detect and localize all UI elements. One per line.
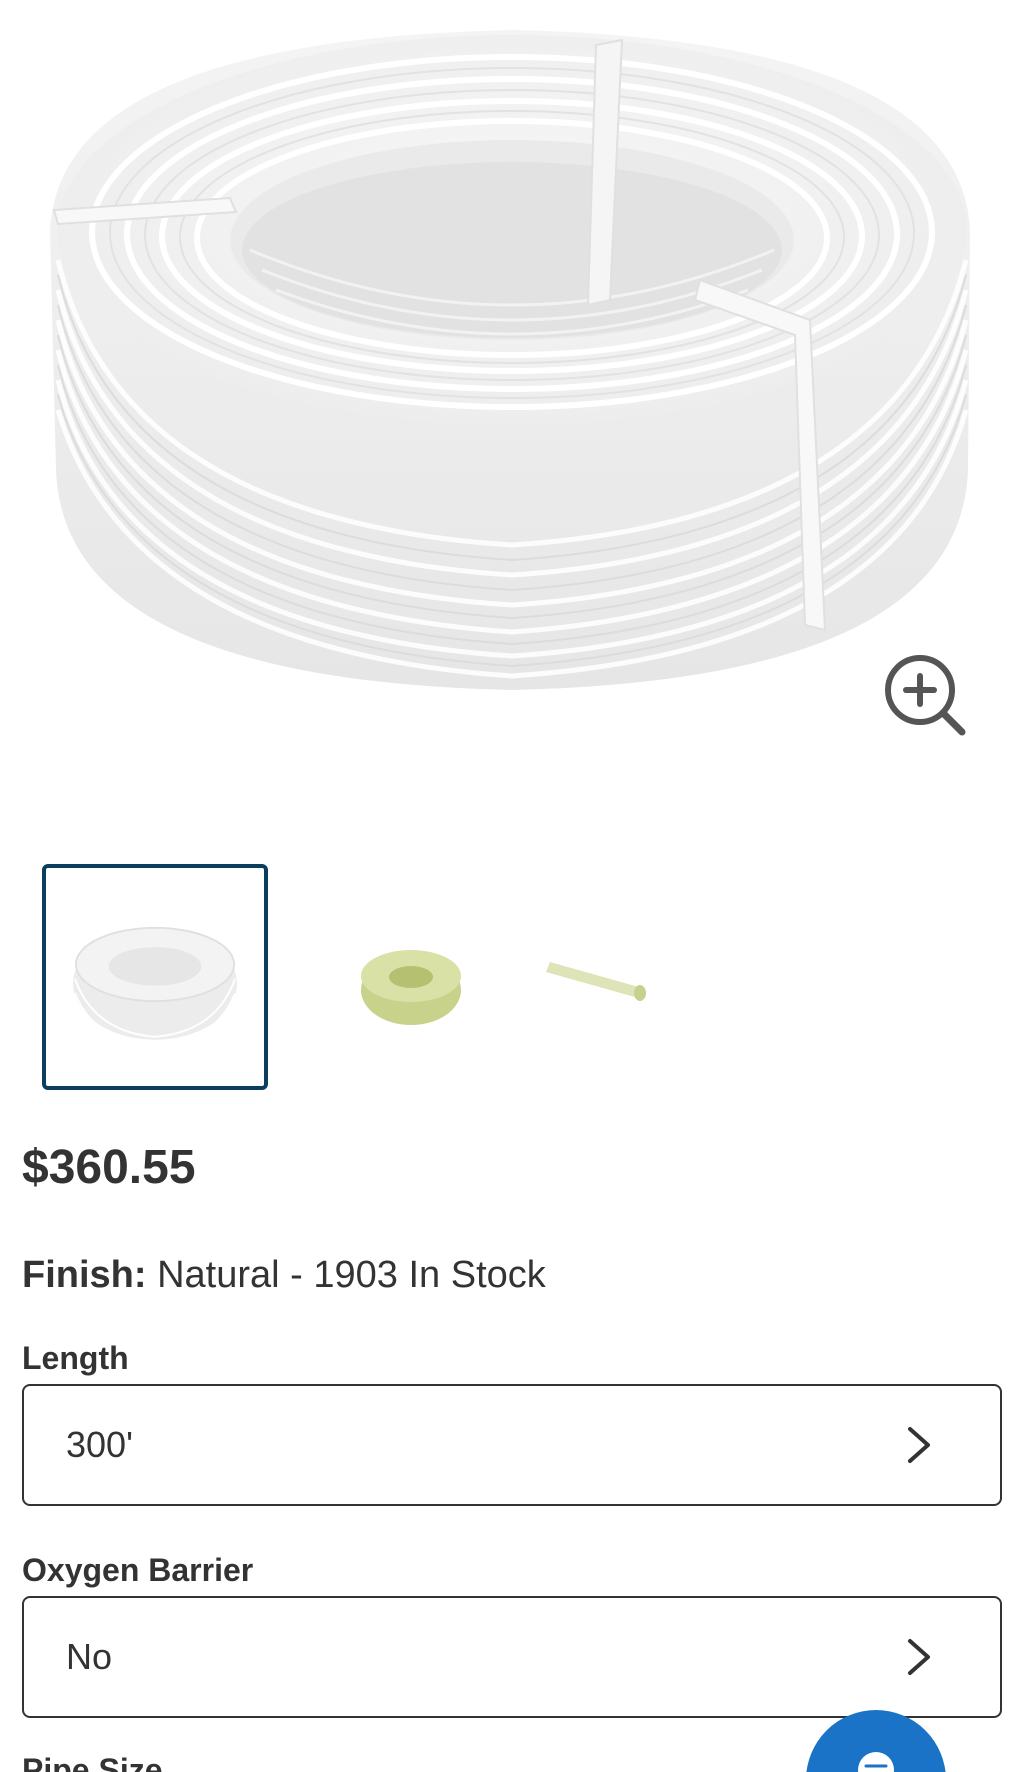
chevron-right-icon	[908, 1427, 930, 1463]
chat-button[interactable]	[806, 1710, 946, 1772]
length-value: 300'	[66, 1424, 133, 1465]
oxygen-barrier-select[interactable]: No	[22, 1596, 1002, 1718]
zoom-in-icon[interactable]	[882, 652, 968, 738]
finish-label: Finish:	[22, 1254, 147, 1296]
length-select[interactable]: 300'	[22, 1384, 1002, 1506]
product-page: $360.55 Finish: Natural - 1903 In Stock …	[0, 0, 1024, 1772]
thumbnail-coil-green[interactable]	[304, 864, 530, 1090]
finish-value: Natural - 1903 In Stock	[157, 1254, 546, 1296]
oxygen-barrier-label: Oxygen Barrier	[22, 1552, 254, 1588]
chevron-right-icon	[908, 1639, 930, 1675]
thumbnail-pipe-segment[interactable]	[542, 864, 768, 1090]
chat-icon	[858, 1752, 894, 1772]
thumbnail-coil-white[interactable]	[42, 864, 268, 1090]
finish-info: Finish: Natural - 1903 In Stock	[22, 1254, 546, 1297]
length-label: Length	[22, 1340, 129, 1376]
oxygen-barrier-value: No	[66, 1636, 113, 1677]
pex-coil-image	[50, 30, 970, 690]
pipe-size-label: Pipe Size	[22, 1752, 163, 1772]
product-price: $360.55	[22, 1141, 196, 1194]
main-product-image[interactable]	[0, 0, 1024, 760]
thumbnail-strip	[42, 864, 742, 1090]
